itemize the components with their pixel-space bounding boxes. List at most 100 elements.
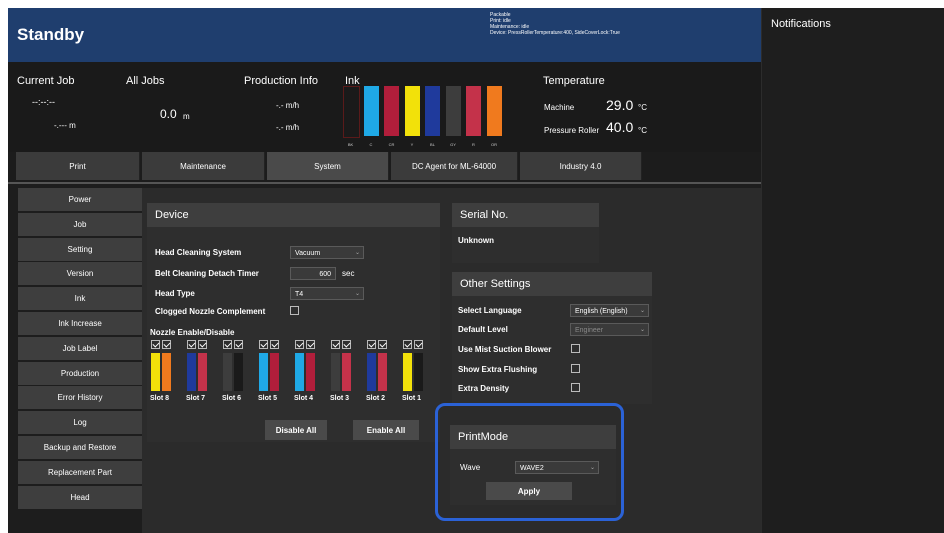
belt-timer-label: Belt Cleaning Detach Timer (155, 269, 259, 278)
head-type-select[interactable]: T4 ⌄ (290, 287, 364, 300)
slot-label: Slot 6 (222, 395, 242, 402)
machine-temp-label: Machine (544, 103, 575, 112)
menu-item-version[interactable]: Version (18, 262, 142, 286)
current-job-length: -.--- m (54, 121, 76, 130)
head-cleaning-value: Vacuum (295, 250, 321, 257)
all-jobs-unit: m (183, 112, 190, 121)
nozzle-color-bar (403, 353, 412, 391)
roller-temp-value: 40.0 (606, 119, 634, 135)
serial-section: Serial No. Unknown (452, 203, 599, 263)
language-select[interactable]: English (English) ⌄ (570, 304, 649, 317)
tab-print[interactable]: Print (16, 152, 140, 180)
menu-item-job[interactable]: Job (18, 212, 142, 236)
ink-bar-c (363, 86, 379, 136)
nozzle-checkbox[interactable] (151, 340, 160, 349)
nozzle-checkbox[interactable] (403, 340, 412, 349)
nozzle-checkbox[interactable] (414, 340, 423, 349)
nozzle-color-bar (295, 353, 304, 391)
nozzle-checkbox[interactable] (295, 340, 304, 349)
enable-all-button[interactable]: Enable All (353, 420, 419, 440)
menu-item-setting[interactable]: Setting (18, 237, 142, 261)
menu-item-job-label[interactable]: Job Label (18, 336, 142, 360)
nozzle-checkbox[interactable] (223, 340, 232, 349)
clogged-checkbox[interactable] (290, 306, 299, 315)
ink-bar-cr (384, 86, 399, 136)
head-type-label: Head Type (155, 289, 195, 298)
nozzle-color-bar (198, 353, 207, 391)
device-section: Device Head Cleaning System Vacuum ⌄ Belt… (147, 203, 440, 442)
slot-label: Slot 2 (366, 395, 386, 402)
menu-item-ink-increase[interactable]: Ink Increase (18, 312, 142, 335)
nozzle-checkbox[interactable] (162, 340, 171, 349)
ink-code-label: CR (388, 142, 395, 147)
density-checkbox[interactable] (571, 383, 580, 392)
slot-label: Slot 3 (330, 395, 350, 402)
disable-all-button[interactable]: Disable All (265, 420, 327, 440)
nozzle-checkbox[interactable] (198, 340, 207, 349)
machine-temp-unit: °C (638, 103, 647, 112)
flushing-checkbox[interactable] (571, 364, 580, 373)
mist-checkbox[interactable] (571, 344, 580, 353)
nozzle-checkbox[interactable] (378, 340, 387, 349)
ink-bar-r (466, 86, 481, 136)
content-area: Power Job Setting Version Ink Ink Increase Job… (8, 182, 761, 533)
nozzle-color-bar (331, 353, 340, 391)
ink-code-label: BL (430, 142, 435, 147)
chevron-down-icon: ⌄ (354, 250, 360, 256)
nozzle-color-bar (367, 353, 376, 391)
ink-code-label: Y (410, 142, 414, 147)
nozzle-checkbox[interactable] (331, 340, 340, 349)
tab-industry-4-0[interactable]: Industry 4.0 (520, 152, 642, 180)
current-job-time: --:--:-- (32, 97, 55, 107)
menu-item-head[interactable]: Head (18, 485, 142, 509)
nozzle-checkbox[interactable] (270, 340, 279, 349)
page-title: Standby (17, 25, 85, 44)
notifications-panel: Notifications (761, 8, 944, 533)
menu-item-error-history[interactable]: Error History (18, 386, 142, 410)
density-label: Extra Density (458, 384, 510, 393)
roller-temp-label: Pressure Roller (544, 126, 600, 135)
production-rate-1: -.- m/h (276, 101, 300, 110)
all-jobs-value: 0.0 (160, 107, 177, 121)
default-level-select[interactable]: Engineer ⌄ (570, 323, 649, 336)
machine-temp-value: 29.0 (606, 97, 634, 113)
nozzle-checkbox[interactable] (234, 340, 243, 349)
tab-maintenance[interactable]: Maintenance (142, 152, 265, 180)
nozzle-checkbox[interactable] (367, 340, 376, 349)
nozzle-checkbox[interactable] (187, 340, 196, 349)
head-cleaning-label: Head Cleaning System (155, 248, 242, 257)
all-jobs-label: All Jobs (126, 75, 165, 87)
slot-label: Slot 1 (402, 395, 422, 402)
belt-timer-input[interactable]: 600 (290, 267, 336, 280)
menu-item-replacement-part[interactable]: Replacement Part (18, 460, 142, 484)
nozzle-checkbox[interactable] (306, 340, 315, 349)
nozzle-checkbox[interactable] (259, 340, 268, 349)
menu-item-log[interactable]: Log (18, 411, 142, 435)
menu-item-backup-and-restore[interactable]: Backup and Restore (18, 436, 142, 459)
default-level-value: Engineer (575, 327, 604, 334)
nozzle-color-bar (187, 353, 196, 391)
ink-bar-or (486, 86, 502, 136)
default-level-label: Default Level (458, 325, 508, 334)
language-value: English (English) (575, 308, 628, 315)
tab-system[interactable]: System (267, 152, 389, 180)
menu-item-ink[interactable]: Ink (18, 287, 142, 311)
status-lines: Packable Print: idle Maintenance: idle D… (490, 12, 620, 36)
nozzle-color-bar (270, 353, 279, 391)
chevron-down-icon: ⌄ (639, 308, 645, 314)
nozzle-color-bar (342, 353, 351, 391)
nozzle-checkbox[interactable] (342, 340, 351, 349)
current-job-label: Current Job (17, 75, 75, 87)
menu-item-power[interactable]: Power (18, 188, 142, 211)
ink-code-label: OR (491, 142, 497, 147)
nozzle-color-bar (162, 353, 171, 391)
ink-bar-y (404, 86, 420, 136)
slot-label: Slot 7 (186, 395, 206, 402)
belt-timer-unit: sec (342, 269, 355, 278)
tab-dc-agent-for-ml-64000[interactable]: DC Agent for ML-64000 (391, 152, 518, 180)
head-cleaning-select[interactable]: Vacuum ⌄ (290, 246, 364, 259)
serial-value: Unknown (458, 236, 494, 245)
app-window: Standby Packable Print: idle Maintenance… (8, 8, 761, 533)
production-rate-2: -.- m/h (276, 123, 300, 132)
menu-item-production[interactable]: Production (18, 361, 142, 385)
